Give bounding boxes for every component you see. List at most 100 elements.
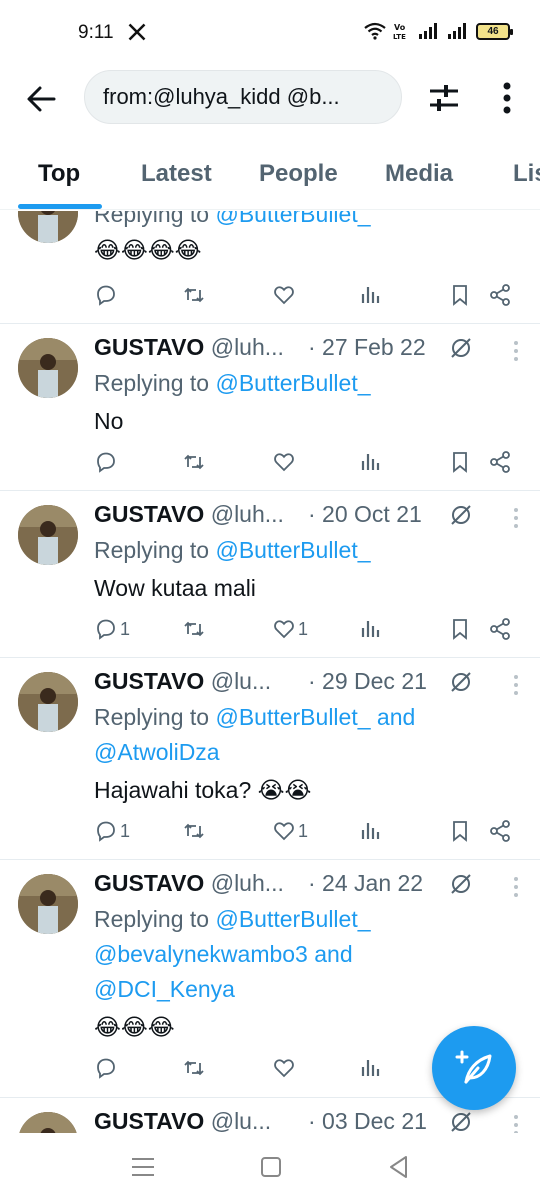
- like-button[interactable]: [272, 1054, 296, 1082]
- tweet[interactable]: Replying to @ButterBullet_ 😂😂😂😂: [0, 211, 540, 324]
- reply-button[interactable]: [94, 281, 118, 309]
- author-name[interactable]: GUSTAVO: [94, 1108, 204, 1133]
- more-vertical-icon[interactable]: [512, 1114, 520, 1133]
- repost-button[interactable]: [182, 281, 206, 309]
- avatar[interactable]: [18, 338, 78, 398]
- share-button[interactable]: [488, 448, 512, 476]
- like-button[interactable]: 1: [272, 615, 308, 643]
- more-vertical-icon[interactable]: [512, 876, 520, 898]
- author-name[interactable]: GUSTAVO: [94, 668, 204, 694]
- author-name[interactable]: GUSTAVO: [94, 501, 204, 527]
- mention-link[interactable]: @bevalynekwambo3: [94, 941, 308, 967]
- bookmark-button[interactable]: [448, 448, 472, 476]
- mention-link[interactable]: @DCI_Kenya: [94, 976, 235, 1002]
- back-arrow-icon[interactable]: [24, 82, 58, 116]
- recents-icon[interactable]: [128, 1153, 158, 1181]
- tab-people[interactable]: People: [259, 160, 338, 188]
- like-button[interactable]: [272, 448, 296, 476]
- repost-button[interactable]: [182, 817, 206, 845]
- views-button[interactable]: [358, 615, 382, 643]
- tweet-date[interactable]: · 24 Jan 22: [308, 870, 423, 897]
- tweet-header: GUSTAVO @lu... · 29 Dec 21: [94, 668, 520, 702]
- avatar[interactable]: [18, 672, 78, 732]
- author-name[interactable]: GUSTAVO: [94, 334, 204, 360]
- tweet-date[interactable]: · 03 Dec 21: [308, 1108, 427, 1133]
- more-vertical-icon[interactable]: [512, 340, 520, 362]
- views-button[interactable]: [358, 1054, 382, 1082]
- reply-icon: [97, 821, 115, 842]
- like-button[interactable]: 1: [272, 817, 308, 845]
- bookmark-icon: [453, 619, 467, 640]
- author-handle[interactable]: @lu...: [211, 1108, 271, 1133]
- analytics-icon: [361, 1060, 380, 1076]
- grok-icon[interactable]: [449, 336, 473, 360]
- author-name[interactable]: GUSTAVO: [94, 870, 204, 896]
- bookmark-button[interactable]: [448, 281, 472, 309]
- share-button[interactable]: [488, 615, 512, 643]
- tweet-feed[interactable]: Replying to @ButterBullet_ 😂😂😂😂 GUSTAVO …: [0, 211, 540, 1133]
- reply-button[interactable]: [94, 448, 118, 476]
- tweet[interactable]: GUSTAVO @lu... · 29 Dec 21 Replying to @…: [0, 658, 540, 860]
- avatar[interactable]: [18, 211, 78, 243]
- more-vertical-icon[interactable]: [512, 507, 520, 529]
- wifi-icon: [364, 22, 386, 40]
- tweet-text: No: [94, 408, 124, 434]
- tab-latest[interactable]: Latest: [141, 160, 212, 188]
- reply-icon: [97, 285, 115, 306]
- author-handle[interactable]: @luh...: [211, 334, 284, 360]
- views-button[interactable]: [358, 281, 382, 309]
- tweet-header: GUSTAVO @luh... · 27 Feb 22: [94, 334, 520, 368]
- grok-icon[interactable]: [449, 872, 473, 896]
- mention-link[interactable]: @ButterBullet_: [215, 370, 370, 396]
- compose-post-button[interactable]: [432, 1026, 516, 1110]
- tab-media[interactable]: Media: [385, 160, 453, 188]
- avatar[interactable]: [18, 505, 78, 565]
- repost-button[interactable]: [182, 1054, 206, 1082]
- tweet-date[interactable]: · 29 Dec 21: [308, 668, 427, 695]
- reply-button[interactable]: [94, 1054, 118, 1082]
- views-button[interactable]: [358, 448, 382, 476]
- mention-link[interactable]: @ButterBullet_: [215, 704, 370, 730]
- mention-link[interactable]: @AtwoliDza: [94, 739, 220, 765]
- tweet-date[interactable]: · 27 Feb 22: [308, 334, 426, 361]
- share-button[interactable]: [488, 817, 512, 845]
- tab-top[interactable]: Top: [38, 160, 80, 188]
- repost-button[interactable]: [182, 448, 206, 476]
- like-button[interactable]: [272, 281, 296, 309]
- like-count: 1: [298, 820, 309, 841]
- bookmark-button[interactable]: [448, 817, 472, 845]
- mention-link[interactable]: @ButterBullet_: [215, 906, 370, 932]
- home-icon[interactable]: [256, 1153, 286, 1181]
- author-handle[interactable]: @luh...: [211, 870, 284, 896]
- repost-button[interactable]: [182, 615, 206, 643]
- tweet-date[interactable]: · 20 Oct 21: [308, 501, 422, 528]
- reply-button[interactable]: 1: [94, 615, 130, 643]
- replying-to: Replying to @ButterBullet_ @bevalynekwamb…: [94, 906, 371, 1002]
- tweet-text: Wow kutaa mali: [94, 575, 256, 601]
- grok-icon[interactable]: [449, 670, 473, 694]
- tweet[interactable]: GUSTAVO @luh... · 20 Oct 21 Replying to …: [0, 491, 540, 658]
- mention-link[interactable]: @ButterBullet_: [215, 537, 370, 563]
- avatar[interactable]: [18, 1112, 78, 1133]
- back-icon[interactable]: [384, 1153, 414, 1181]
- filter-sliders-icon[interactable]: [426, 80, 462, 116]
- replying-to: Replying to @ButterBullet_: [94, 211, 510, 232]
- reply-button[interactable]: 1: [94, 817, 130, 845]
- author-handle[interactable]: @luh...: [211, 501, 284, 527]
- reply-icon: [97, 619, 115, 640]
- grok-icon[interactable]: [449, 503, 473, 527]
- views-button[interactable]: [358, 817, 382, 845]
- avatar[interactable]: [18, 874, 78, 934]
- bookmark-button[interactable]: [448, 615, 472, 643]
- more-vertical-icon[interactable]: [494, 78, 520, 118]
- share-button[interactable]: [488, 281, 512, 309]
- tweet[interactable]: GUSTAVO @luh... · 27 Feb 22 Replying to …: [0, 324, 540, 491]
- author-handle[interactable]: @lu...: [211, 668, 271, 694]
- grok-icon[interactable]: [449, 1110, 473, 1133]
- mention-link[interactable]: @ButterBullet_: [215, 211, 370, 227]
- search-input[interactable]: from:@luhya_kidd @b...: [84, 70, 402, 124]
- share-icon: [490, 820, 510, 842]
- more-vertical-icon[interactable]: [512, 674, 520, 696]
- svg-text:LTE: LTE: [393, 33, 406, 40]
- tab-lists[interactable]: Lis: [513, 160, 540, 188]
